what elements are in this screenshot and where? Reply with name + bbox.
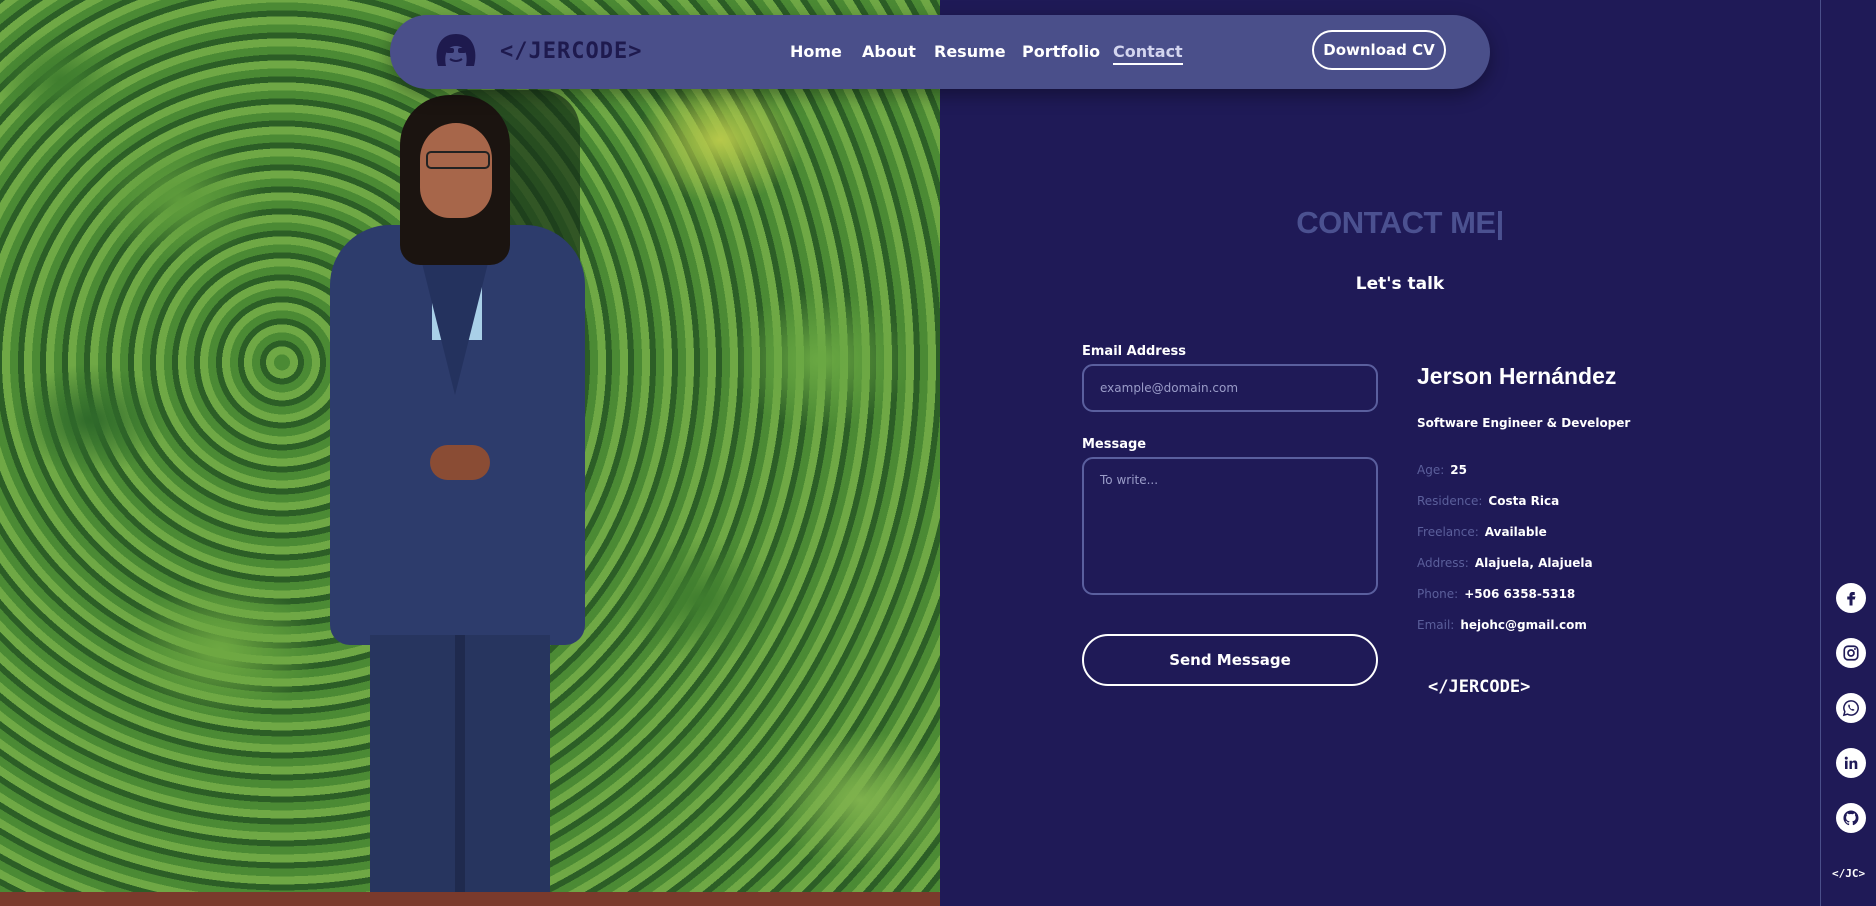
rail-logo[interactable]: </JC> (1832, 867, 1865, 880)
info-row-residence: Residence: Costa Rica (1417, 494, 1559, 508)
info-key: Residence: (1417, 494, 1483, 508)
glasses (426, 151, 490, 169)
navbar: </JERCODE> Home About Resume Portfolio C… (390, 15, 1490, 89)
email-label: Email Address (1082, 344, 1187, 359)
footer-logo: </JERCODE> (1428, 677, 1531, 697)
trousers (370, 635, 550, 906)
profile-role: Software Engineer & Developer (1417, 416, 1631, 430)
email-field[interactable] (1082, 364, 1378, 412)
info-value: +506 6358-5318 (1464, 587, 1576, 601)
info-value: Costa Rica (1488, 494, 1560, 508)
whatsapp-icon[interactable] (1836, 693, 1866, 723)
info-key: Freelance: (1417, 525, 1479, 539)
profile-name: Jerson Hernández (1417, 363, 1617, 389)
nav-portfolio[interactable]: Portfolio (1022, 42, 1100, 61)
page-title: CONTACT ME| (1296, 205, 1504, 240)
info-row-age: Age: 25 (1417, 463, 1467, 477)
info-key: Email: (1417, 618, 1455, 632)
info-key: Age: (1417, 463, 1445, 477)
hand (430, 445, 490, 480)
facebook-icon[interactable] (1836, 583, 1866, 613)
info-value: Alajuela, Alajuela (1474, 556, 1593, 570)
info-value: 25 (1450, 463, 1467, 477)
download-cv-button[interactable]: Download CV (1312, 30, 1446, 70)
info-row-email: Email: hejohc@gmail.com (1417, 618, 1587, 632)
nav-resume[interactable]: Resume (934, 42, 1006, 61)
logo-text[interactable]: </JERCODE> (500, 39, 642, 64)
info-row-address: Address: Alajuela, Alajuela (1417, 556, 1593, 570)
floor (0, 892, 940, 906)
info-row-freelance: Freelance: Available (1417, 525, 1547, 539)
info-row-phone: Phone: +506 6358-5318 (1417, 587, 1575, 601)
instagram-icon[interactable] (1836, 638, 1866, 668)
linkedin-icon[interactable] (1836, 748, 1866, 778)
nav-about[interactable]: About (862, 42, 916, 61)
send-message-button[interactable]: Send Message (1082, 634, 1378, 686)
nav-contact[interactable]: Contact (1113, 42, 1183, 65)
face (420, 123, 492, 218)
person-figure (320, 95, 620, 906)
message-label: Message (1082, 437, 1147, 452)
info-key: Phone: (1417, 587, 1459, 601)
profile-photo (0, 0, 940, 906)
message-field[interactable] (1082, 457, 1378, 595)
nav-home[interactable]: Home (790, 42, 842, 61)
github-icon[interactable] (1836, 803, 1866, 833)
info-value: Available (1484, 525, 1547, 539)
social-rail-divider (1820, 0, 1821, 906)
info-key: Address: (1417, 556, 1469, 570)
page-subtitle: Let's talk (1355, 274, 1445, 294)
logo-avatar-icon[interactable] (432, 32, 480, 68)
info-value: hejohc@gmail.com (1460, 618, 1587, 632)
